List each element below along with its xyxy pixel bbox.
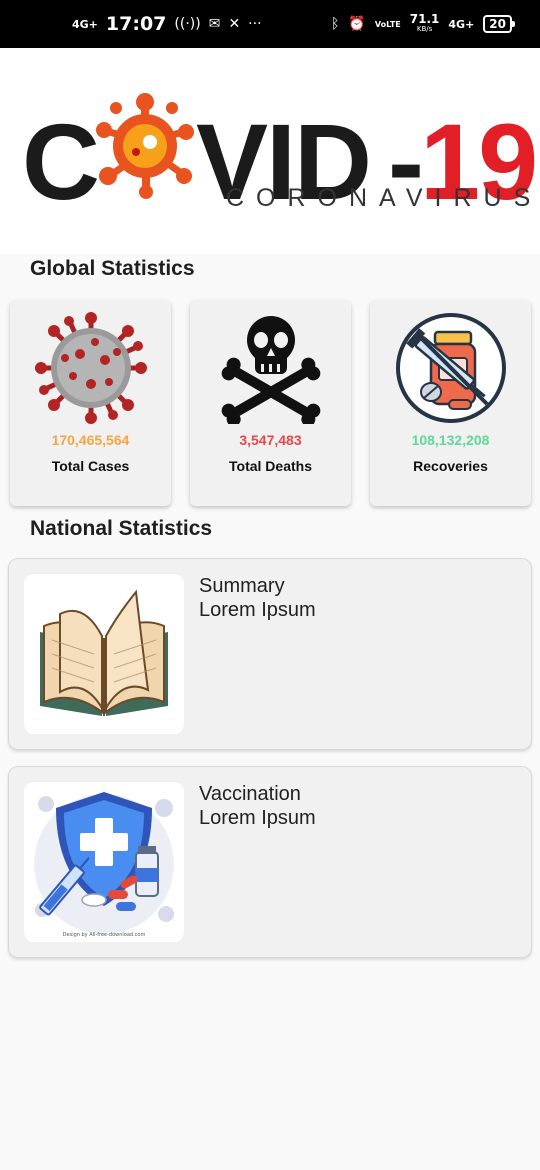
total-deaths-card[interactable]: 3,547,483 Total Deaths <box>190 300 351 506</box>
recoveries-card[interactable]: 108,132,208 Recoveries <box>370 300 531 506</box>
speed-unit: KB/s <box>416 25 433 33</box>
hotspot-icon: ((·)) <box>174 16 201 32</box>
skull-crossbones-icon <box>221 316 321 424</box>
network-indicator-right: 4G+ <box>448 17 475 31</box>
logo-letter-c: C <box>22 101 100 222</box>
speed-value: 71.1 <box>409 12 440 26</box>
total-cases-card[interactable]: 170,465,564 Total Cases <box>10 300 171 506</box>
virus-icon <box>35 312 147 424</box>
vaccine-shield-icon <box>34 792 174 934</box>
recoveries-label: Recoveries <box>413 458 488 474</box>
summary-title: Summary <box>199 575 285 597</box>
total-deaths-value: 3,547,483 <box>239 432 302 448</box>
status-time: 17:07 <box>105 13 167 35</box>
network-speed: 71.1 KB/s <box>409 12 440 34</box>
header-banner: C VID - 19 CORONAVIRUS <box>0 48 540 254</box>
vaccination-subtitle: Lorem Ipsum <box>199 807 316 829</box>
tools-icon: ✕ <box>228 16 241 32</box>
vaccination-thumbnail: Design by All-free-download.com <box>24 782 184 942</box>
logo-subtitle: CORONAVIRUS <box>226 184 540 212</box>
vaccination-card[interactable]: Design by All-free-download.com Vaccinat… <box>8 766 532 958</box>
recoveries-value: 108,132,208 <box>411 432 490 448</box>
status-right: ᛒ ⏰ VoLTE 71.1 KB/s 4G+ 20 <box>330 0 515 48</box>
battery-level: 20 <box>489 17 506 31</box>
summary-subtitle: Lorem Ipsum <box>199 599 316 621</box>
virus-logo-icon <box>96 93 194 199</box>
status-left: 4G+ 17:07 ((·)) ✉ ✕ ··· <box>72 0 262 48</box>
more-dots-icon: ··· <box>248 16 262 32</box>
design-credit-text: Design by All-free-download.com <box>62 932 146 938</box>
total-cases-value: 170,465,564 <box>51 432 130 448</box>
mail-icon: ✉ <box>208 16 221 32</box>
national-statistics-title: National Statistics <box>30 517 213 540</box>
battery-icon: 20 <box>483 15 515 33</box>
volte-indicator: VoLTE <box>374 19 401 29</box>
vaccination-title: Vaccination <box>199 783 301 805</box>
network-indicator-left: 4G+ <box>72 17 98 31</box>
open-book-icon <box>40 589 168 716</box>
alarm-icon: ⏰ <box>348 16 366 32</box>
summary-card[interactable]: Summary Lorem Ipsum <box>8 558 532 750</box>
bluetooth-icon: ᛒ <box>330 16 340 32</box>
no-syringe-icon <box>396 313 506 423</box>
summary-thumbnail <box>24 574 184 734</box>
total-deaths-label: Total Deaths <box>229 458 312 474</box>
status-bar: 4G+ 17:07 ((·)) ✉ ✕ ··· ᛒ ⏰ VoLTE 71.1 K… <box>0 0 540 48</box>
global-statistics-title: Global Statistics <box>30 257 195 280</box>
total-cases-label: Total Cases <box>51 458 130 474</box>
